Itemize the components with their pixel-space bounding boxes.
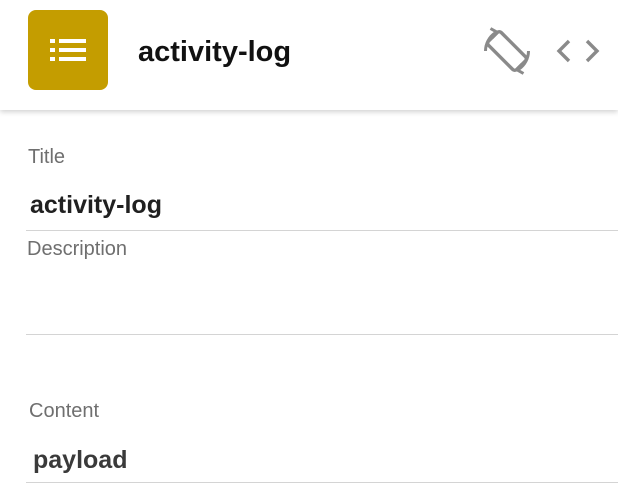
content-field-underline bbox=[26, 482, 618, 483]
title-field-underline bbox=[26, 230, 618, 231]
title-field-input[interactable]: activity-log bbox=[30, 190, 162, 220]
content-field-label: Content bbox=[29, 400, 100, 422]
content-field-input[interactable]: payload bbox=[33, 445, 127, 475]
header-bar: activity-log bbox=[0, 0, 618, 110]
title-field-label: Title bbox=[28, 146, 66, 168]
code-icon bbox=[556, 39, 600, 63]
rotate-button[interactable] bbox=[478, 24, 536, 78]
app-icon-tile[interactable] bbox=[28, 10, 108, 90]
description-field-label: Description bbox=[27, 238, 128, 260]
description-field-input[interactable] bbox=[30, 280, 610, 328]
code-view-button[interactable] bbox=[552, 30, 604, 72]
description-field-underline bbox=[26, 334, 618, 335]
screen-rotation-icon bbox=[484, 27, 530, 75]
page-title: activity-log bbox=[138, 36, 292, 68]
list-icon bbox=[50, 39, 86, 61]
editor-page: activity-log Title activity-log Descript… bbox=[0, 0, 618, 488]
